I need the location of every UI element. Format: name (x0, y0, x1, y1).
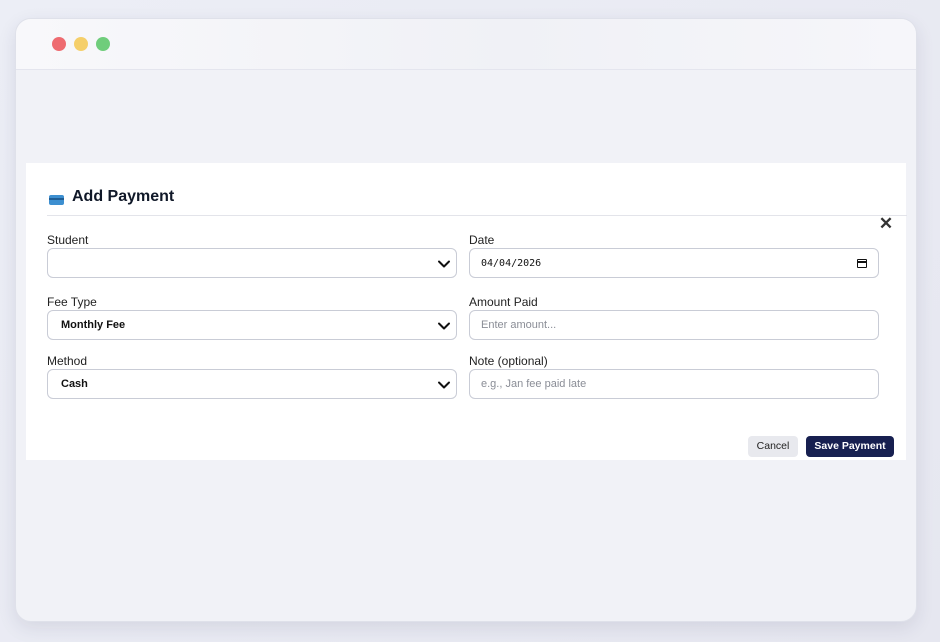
add-payment-modal: Add Payment ✕ Student Date 04/04/2026 Fe… (26, 163, 907, 460)
chevron-down-icon (438, 260, 450, 268)
chevron-down-icon (438, 381, 450, 389)
credit-card-icon (49, 195, 64, 205)
title-bar (16, 19, 916, 70)
date-input[interactable]: 04/04/2026 (469, 248, 879, 278)
fee-type-value: Monthly Fee (61, 319, 126, 331)
method-label: Method (47, 354, 88, 368)
modal-title: Add Payment (72, 188, 175, 205)
chevron-down-icon (438, 322, 450, 330)
amount-placeholder: Enter amount... (481, 319, 557, 331)
maximize-window-button[interactable] (96, 37, 110, 51)
note-label: Note (optional) (469, 354, 548, 368)
student-select[interactable] (47, 248, 457, 278)
student-label: Student (47, 233, 89, 247)
save-payment-button[interactable]: Save Payment (806, 436, 894, 457)
close-icon[interactable]: ✕ (878, 215, 894, 232)
note-placeholder: e.g., Jan fee paid late (481, 378, 587, 390)
close-window-button[interactable] (52, 37, 66, 51)
cancel-button[interactable]: Cancel (748, 436, 798, 457)
amount-input[interactable]: Enter amount... (469, 310, 879, 340)
amount-label: Amount Paid (469, 295, 538, 309)
date-value: 04/04/2026 (481, 258, 542, 269)
minimize-window-button[interactable] (74, 37, 88, 51)
modal-header: Add Payment (47, 188, 907, 216)
method-select[interactable]: Cash (47, 369, 457, 399)
note-input[interactable]: e.g., Jan fee paid late (469, 369, 879, 399)
fee-type-label: Fee Type (47, 295, 97, 309)
app-window: Add Payment ✕ Student Date 04/04/2026 Fe… (15, 18, 917, 622)
calendar-icon[interactable] (857, 259, 867, 268)
method-value: Cash (61, 378, 88, 390)
date-label: Date (469, 233, 495, 247)
fee-type-select[interactable]: Monthly Fee (47, 310, 457, 340)
